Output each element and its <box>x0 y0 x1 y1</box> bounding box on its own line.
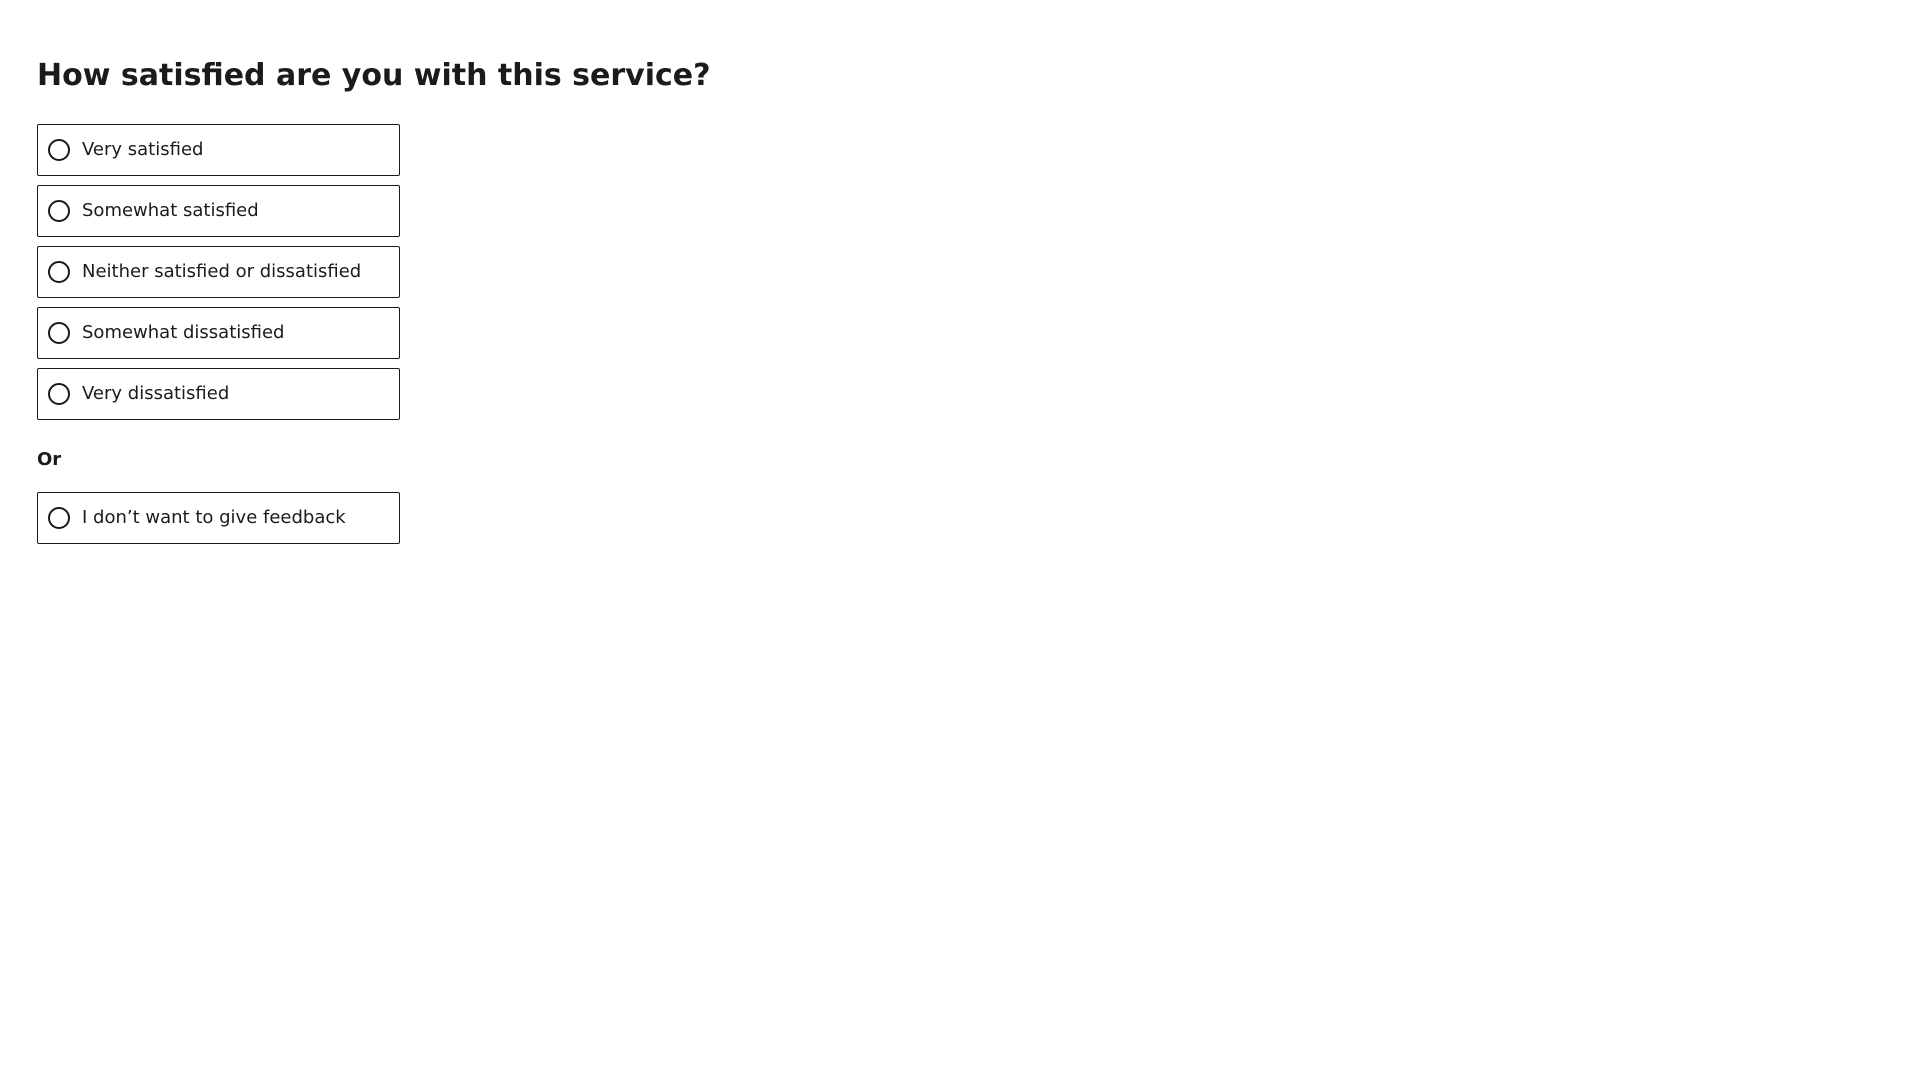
option-label: Somewhat satisfied <box>82 200 259 221</box>
option-label: Very satisfied <box>82 139 204 160</box>
radio-unchecked-icon[interactable] <box>48 507 70 529</box>
option-label: Somewhat dissatisfied <box>82 322 285 343</box>
or-divider-label: Or <box>37 449 62 470</box>
option-very-satisfied[interactable]: Very satisfied <box>37 124 400 176</box>
option-very-dissatisfied[interactable]: Very dissatisfied <box>37 368 400 420</box>
option-label: Neither satisfied or dissatisfied <box>82 261 362 282</box>
radio-unchecked-icon[interactable] <box>48 261 70 283</box>
question-heading: How satisfied are you with this service? <box>37 58 711 93</box>
radio-unchecked-icon[interactable] <box>48 139 70 161</box>
opt-out-options: I don’t want to give feedback <box>37 492 937 544</box>
radio-unchecked-icon[interactable] <box>48 383 70 405</box>
option-somewhat-satisfied[interactable]: Somewhat satisfied <box>37 185 400 237</box>
radio-unchecked-icon[interactable] <box>48 200 70 222</box>
option-label: I don’t want to give feedback <box>82 507 346 528</box>
satisfaction-options: Very satisfied Somewhat satisfied Neithe… <box>37 124 937 420</box>
option-neither[interactable]: Neither satisfied or dissatisfied <box>37 246 400 298</box>
option-no-feedback[interactable]: I don’t want to give feedback <box>37 492 400 544</box>
option-somewhat-dissatisfied[interactable]: Somewhat dissatisfied <box>37 307 400 359</box>
radio-unchecked-icon[interactable] <box>48 322 70 344</box>
feedback-form: How satisfied are you with this service?… <box>37 56 937 544</box>
option-label: Very dissatisfied <box>82 383 230 404</box>
